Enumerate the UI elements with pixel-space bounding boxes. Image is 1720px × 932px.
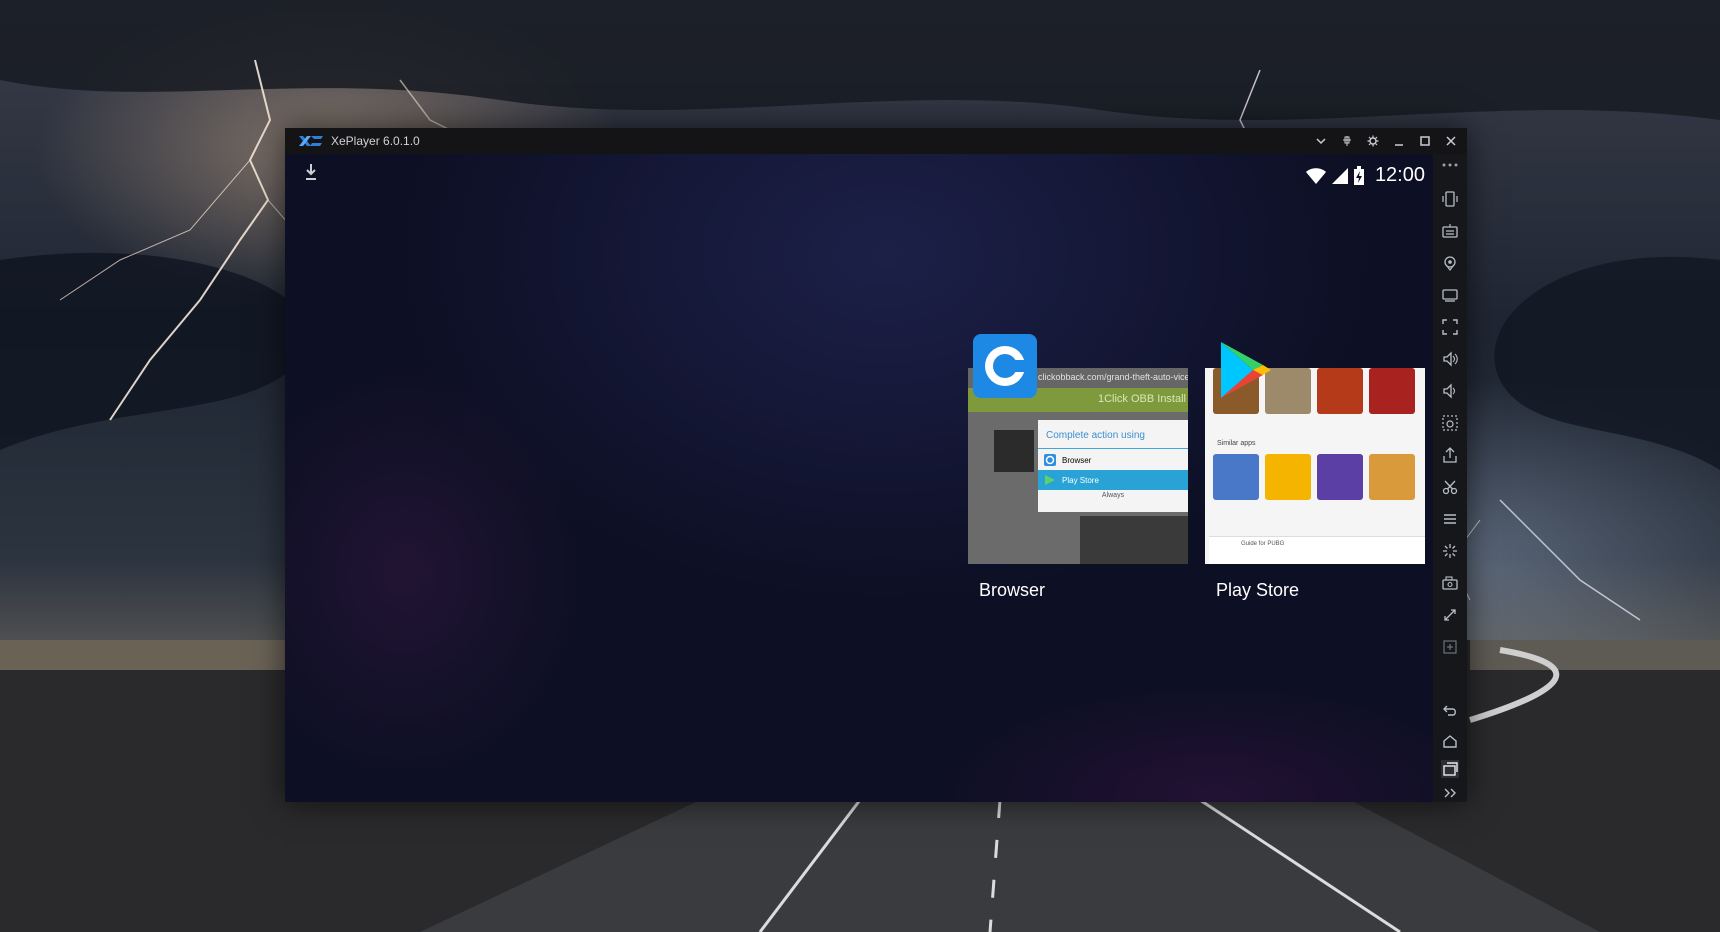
scissors-icon[interactable] (1441, 478, 1459, 496)
minimize-icon[interactable] (1391, 133, 1407, 149)
window-title: XePlayer 6.0.1.0 (331, 134, 420, 148)
menu-icon[interactable] (1441, 510, 1459, 528)
chevron-down-icon[interactable] (1313, 133, 1329, 149)
camera-icon[interactable] (1441, 574, 1459, 592)
window-controls (1313, 133, 1459, 149)
resize-icon[interactable] (1441, 606, 1459, 624)
multi-instance-icon[interactable] (1441, 638, 1459, 656)
fullscreen-icon[interactable] (1441, 318, 1459, 336)
play-store-banner: Guide for PUBG (1209, 536, 1425, 564)
signal-icon (1331, 167, 1349, 185)
back-icon[interactable] (1441, 702, 1459, 720)
play-store-icon (1045, 475, 1055, 485)
chooser-title: Complete action using (1046, 430, 1145, 441)
browser-url: clickobback.com/grand-theft-auto-vice-ci… (1038, 372, 1188, 382)
battery-charging-icon (1353, 165, 1365, 186)
emulator-window: XePlayer 6.0.1.0 12:00 clickobback.com/g… (285, 128, 1467, 802)
phone-shake-icon[interactable] (1441, 190, 1459, 208)
xeplayer-logo-icon (299, 136, 323, 146)
loading-icon[interactable] (1441, 542, 1459, 560)
app-tile (1317, 454, 1363, 500)
app-tile (1317, 368, 1363, 414)
home-icon[interactable] (1441, 732, 1459, 750)
keyboard-icon[interactable] (1441, 222, 1459, 240)
app-tile (1265, 454, 1311, 500)
video-thumbnail (1080, 516, 1188, 564)
maximize-icon[interactable] (1417, 133, 1433, 149)
banner-title: Guide for PUBG (1241, 541, 1285, 547)
recent-app-label: Play Store (1216, 580, 1300, 600)
volume-up-icon[interactable] (1441, 350, 1459, 368)
chooser-always: Always (1101, 492, 1125, 499)
app-tile (1213, 454, 1259, 500)
play-store-app-icon (1221, 342, 1271, 398)
location-icon[interactable] (1441, 254, 1459, 272)
android-screen[interactable]: 12:00 clickobback.com/grand-theft-auto-v… (285, 154, 1433, 802)
emulator-toolbar (1433, 154, 1467, 802)
download-notification-icon[interactable] (303, 162, 319, 182)
app-header-title: 1Click OBB Install (1097, 393, 1186, 405)
more-icon[interactable] (1441, 162, 1459, 168)
volume-down-icon[interactable] (1441, 382, 1459, 400)
app-tile (1369, 368, 1415, 414)
title-bar[interactable]: XePlayer 6.0.1.0 (285, 128, 1467, 154)
app-tile (1369, 454, 1415, 500)
similar-apps-heading: Similar apps (1217, 440, 1256, 447)
recent-app-label: Browser (979, 580, 1046, 600)
status-bar: 12:00 (1305, 164, 1425, 187)
browser-icon (1044, 454, 1056, 466)
browser-app-icon (973, 334, 1037, 398)
pin-icon[interactable] (1339, 133, 1355, 149)
close-icon[interactable] (1443, 133, 1459, 149)
settings-icon[interactable] (1365, 133, 1381, 149)
wifi-icon (1305, 167, 1327, 185)
screen-icon[interactable] (1441, 286, 1459, 304)
chooser-option-browser: Browser (1038, 450, 1188, 470)
expand-icon[interactable] (1441, 784, 1459, 802)
dialog-divider (1038, 448, 1188, 449)
status-clock: 12:00 (1374, 164, 1425, 186)
apk-install-icon[interactable] (1441, 446, 1459, 464)
similar-apps-row (1213, 454, 1415, 500)
chooser-option-label: Browser (1062, 455, 1092, 465)
game-thumbnail (994, 430, 1034, 472)
chooser-option-playstore: Play Store (1038, 470, 1188, 490)
chooser-dialog: Complete action using Browser Play Store… (1038, 420, 1188, 512)
recents-icon[interactable] (1441, 760, 1459, 778)
screenshot-icon[interactable] (1441, 414, 1459, 432)
chooser-option-label: Play Store (1062, 475, 1099, 485)
